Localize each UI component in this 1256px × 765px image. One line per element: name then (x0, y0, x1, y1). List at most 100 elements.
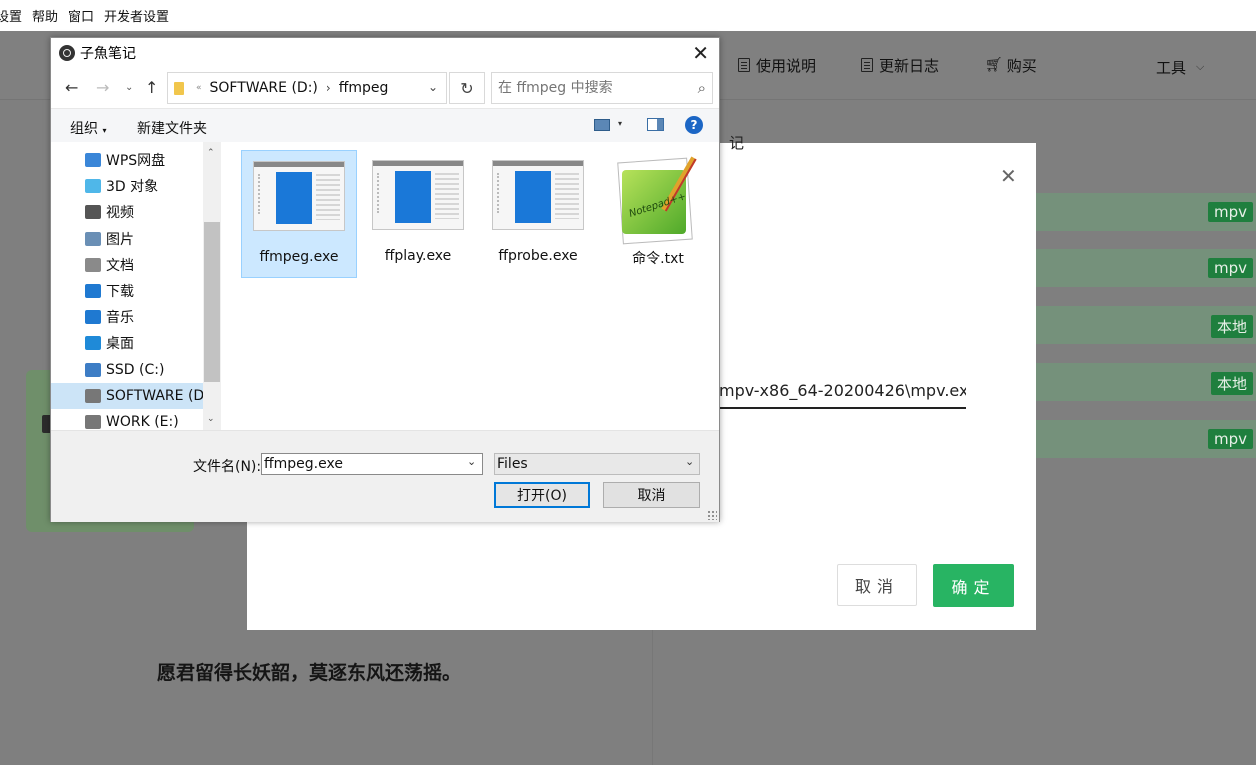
player-tag: 本地 (1210, 372, 1253, 395)
cloud-icon (85, 153, 101, 167)
view-mode-icon[interactable] (594, 119, 610, 131)
search-input[interactable] (492, 80, 682, 96)
nav-usage[interactable]: 使用说明 (738, 54, 816, 76)
list-item[interactable]: mpv (1036, 420, 1256, 458)
nav-changelog-label: 更新日志 (879, 56, 940, 75)
player-tag: mpv (1207, 202, 1253, 222)
modal-ok-button[interactable]: 确定 (933, 564, 1014, 607)
close-icon[interactable]: ✕ (1000, 164, 1017, 188)
menu-item-help[interactable]: 帮助 (32, 6, 58, 25)
nav-item[interactable]: 3D 对象 (85, 173, 158, 199)
nav-item-label: 音乐 (106, 310, 134, 327)
organize-label: 组织 (70, 121, 98, 137)
file-name: ffplay.exe (384, 248, 452, 264)
nav-usage-label: 使用说明 (756, 56, 817, 75)
menu-item-settings[interactable]: 设置 (0, 6, 22, 25)
resize-grip-icon[interactable] (707, 510, 717, 520)
file-item[interactable]: ffprobe.exe (480, 150, 596, 278)
nav-item[interactable]: 文档 (85, 252, 134, 278)
scroll-down-icon[interactable]: ⌄ (207, 414, 215, 424)
recent-locations-chevron-icon[interactable]: ⌄ (125, 82, 133, 93)
open-button[interactable]: 打开(O) (494, 482, 590, 508)
desktop-icon (85, 336, 101, 351)
up-arrow-icon[interactable]: ↑ (145, 78, 158, 97)
chevron-down-icon[interactable]: ⌄ (428, 80, 438, 94)
cancel-button[interactable]: 取消 (603, 482, 700, 508)
player-path-input[interactable]: mpv-x86_64-20200426\mpv.exe (719, 381, 966, 409)
breadcrumb-drive[interactable]: SOFTWARE (D:) (210, 80, 318, 96)
player-tag: mpv (1207, 429, 1253, 449)
music-icon (85, 310, 101, 325)
refresh-icon[interactable]: ↻ (449, 72, 485, 104)
document-icon (85, 257, 101, 272)
modal-cancel-button[interactable]: 取消 (837, 564, 917, 606)
nav-item-label: SSD (C:) (106, 361, 165, 378)
help-icon[interactable]: ? (685, 116, 703, 134)
chevron-down-icon: ⌵ (1196, 60, 1205, 73)
menu-item-developer-settings[interactable]: 开发者设置 (104, 6, 169, 25)
file-item[interactable]: Notepad++ 命令.txt (600, 150, 716, 278)
forward-arrow-icon[interactable]: → (96, 78, 109, 97)
organize-button[interactable]: 组织 ▾ (70, 118, 106, 138)
filetype-select[interactable]: Files (494, 453, 700, 475)
nav-item[interactable]: 视频 (85, 199, 134, 225)
player-tag: mpv (1207, 258, 1253, 278)
breadcrumb-overflow-icon[interactable]: « (196, 83, 202, 93)
nav-item-label: 图片 (106, 231, 134, 248)
list-item[interactable]: mpv (1036, 249, 1256, 287)
file-item[interactable]: ffmpeg.exe (241, 150, 357, 278)
nav-item[interactable]: 图片 (85, 226, 134, 252)
nav-item[interactable]: SSD (C:) (85, 357, 164, 383)
panel-divider (652, 630, 653, 765)
scroll-up-icon[interactable]: ⌃ (207, 148, 215, 158)
address-bar[interactable]: « SOFTWARE (D:) › ffmpeg ⌄ (167, 72, 447, 104)
nav-scrollbar-thumb[interactable] (204, 222, 220, 382)
nav-tools[interactable]: 工具 ⌵ (1156, 56, 1204, 78)
file-name: ffmpeg.exe (259, 249, 339, 265)
filename-input[interactable]: ffmpeg.exe (261, 453, 483, 475)
search-icon: ⌕ (697, 79, 706, 97)
nav-tools-label: 工具 (1156, 58, 1187, 77)
file-name: 命令.txt (632, 251, 684, 267)
search-box[interactable]: ⌕ (491, 72, 713, 104)
nav-item[interactable]: SOFTWARE (D:) (51, 382, 221, 409)
nav-item[interactable]: WPS网盘 (85, 147, 165, 173)
nav-changelog[interactable]: 更新日志 (861, 54, 939, 76)
list-item[interactable]: 本地 (1036, 363, 1256, 401)
document-icon (861, 58, 873, 72)
back-arrow-icon[interactable]: ← (65, 78, 78, 97)
nav-item-label: WPS网盘 (106, 153, 166, 169)
player-tag: 本地 (1210, 315, 1253, 338)
nav-item-label: 桌面 (106, 336, 134, 353)
close-icon[interactable]: ✕ (692, 41, 709, 65)
list-item[interactable]: 本地 (1036, 306, 1256, 344)
nav-buy[interactable]: 🛒︎ 购买 (985, 54, 1037, 76)
drive-icon (85, 388, 101, 403)
file-item[interactable]: ffplay.exe (360, 150, 476, 278)
nav-item[interactable]: 下载 (85, 278, 134, 304)
app-logo-icon (59, 45, 75, 61)
document-icon (738, 58, 750, 72)
poem-text: 愿君留得长妖韶，莫逐东风还荡摇。 (157, 662, 462, 684)
new-folder-button[interactable]: 新建文件夹 (137, 118, 207, 138)
menu-item-window[interactable]: 窗口 (68, 6, 94, 25)
dialog-toolbar: 组织 ▾ 新建文件夹 ▾ ? (51, 108, 719, 142)
breadcrumb-separator-icon[interactable]: › (326, 81, 331, 95)
picture-icon (85, 231, 101, 246)
nav-item[interactable]: 桌面 (85, 330, 134, 356)
breadcrumb-folder[interactable]: ffmpeg (339, 80, 389, 96)
chevron-down-icon[interactable]: ⌄ (467, 455, 476, 468)
preview-pane-icon[interactable] (647, 118, 664, 131)
chevron-down-icon[interactable]: ⌄ (685, 455, 694, 468)
dropdown-arrow-icon: ▾ (102, 126, 107, 135)
menu-bar: 设置 帮助 窗口 开发者设置 (0, 0, 1256, 31)
application-icon (253, 161, 345, 231)
nav-item[interactable]: 音乐 (85, 304, 134, 330)
modal-title-fragment: 记 (729, 134, 745, 152)
file-open-dialog: 子魚笔记 ✕ ← → ⌄ ↑ « SOFTWARE (D:) › ffmpeg … (50, 37, 720, 522)
drive-icon (85, 415, 101, 429)
file-list: ffmpeg.exe ffplay.exe ffprobe.exe Notepa… (221, 142, 719, 430)
list-item[interactable]: mpv (1036, 193, 1256, 231)
dropdown-arrow-icon[interactable]: ▾ (618, 119, 622, 128)
address-row: ← → ⌄ ↑ « SOFTWARE (D:) › ffmpeg ⌄ ↻ ⌕ (51, 68, 719, 108)
